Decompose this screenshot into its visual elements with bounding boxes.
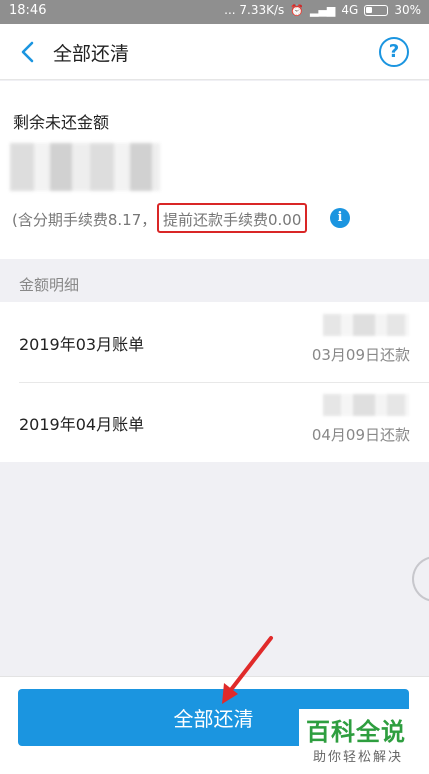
balance-summary: 剩余未还金额 (含分期手续费8.17， 提前还款手续费0.00 i — [0, 81, 429, 259]
bill-name: 2019年03月账单 — [19, 335, 145, 354]
bill-amount-redacted — [323, 314, 409, 336]
installment-fee-text: (含分期手续费8.17， — [12, 211, 157, 229]
remaining-amount-label: 剩余未还金额 — [13, 113, 110, 132]
bill-list: 2019年03月账单 03月09日还款 2019年04月账单 04月09日还款 — [0, 302, 429, 462]
chevron-left-icon[interactable] — [16, 38, 40, 66]
nav-bar: 全部还清 ? — [0, 24, 429, 80]
watermark-logo: 百科全说 助你轻松解决 — [299, 709, 417, 767]
prepayment-fee-text: 提前还款手续费0.00 — [157, 203, 308, 233]
list-item[interactable]: 2019年04月账单 04月09日还款 — [0, 382, 429, 462]
watermark-title: 百科全说 — [306, 718, 406, 746]
status-bar: 18:46 ... 7.33K/s ⏰ ▂▄▆ 4G 30% — [0, 0, 429, 24]
battery-icon — [364, 4, 389, 16]
status-time: 18:46 — [9, 3, 47, 18]
amount-detail-header: 金额明细 — [19, 276, 80, 294]
bill-name: 2019年04月账单 — [19, 415, 145, 434]
page-title: 全部还清 — [53, 43, 130, 65]
alarm-icon: ⏰ — [290, 3, 304, 17]
info-icon[interactable]: i — [330, 208, 350, 228]
list-item[interactable]: 2019年03月账单 03月09日还款 — [0, 302, 429, 382]
status-right: ... 7.33K/s ⏰ ▂▄▆ 4G 30% — [224, 3, 421, 17]
battery-level: 30% — [394, 3, 421, 17]
network-speed: ... 7.33K/s — [224, 3, 285, 17]
bill-amount-redacted — [323, 394, 409, 416]
question-circle-icon[interactable]: ? — [379, 37, 409, 67]
floating-side-handle[interactable] — [412, 556, 429, 602]
remaining-amount-redacted — [10, 143, 160, 191]
signal-icon: ▂▄▆ — [310, 3, 336, 17]
watermark-subtitle: 助你轻松解决 — [313, 750, 404, 765]
bill-due-date: 03月09日还款 — [311, 346, 410, 364]
bill-due-date: 04月09日还款 — [311, 426, 410, 444]
network-type: 4G — [341, 3, 359, 17]
